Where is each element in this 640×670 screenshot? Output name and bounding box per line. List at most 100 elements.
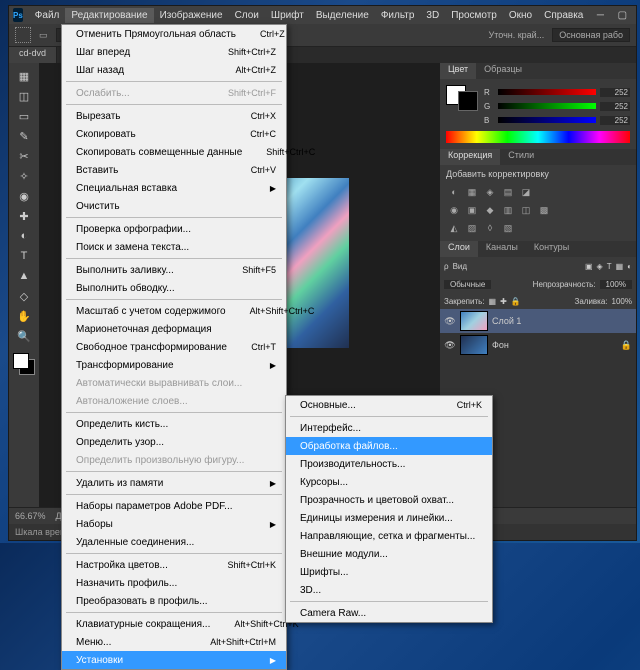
menu-item[interactable]: Специальная вставка▶: [62, 179, 286, 197]
menu-item[interactable]: Клавиатурные сокращения...Alt+Shift+Ctrl…: [62, 615, 286, 633]
minimize-button[interactable]: ─: [589, 8, 611, 22]
zoom-value[interactable]: 66.67%: [15, 511, 46, 521]
menu-справка[interactable]: Справка: [538, 8, 589, 23]
menu-item[interactable]: Шаг назадAlt+Ctrl+Z: [62, 61, 286, 79]
lock-pixels-icon[interactable]: ▦: [489, 297, 497, 306]
menu-item[interactable]: Установки▶: [62, 651, 286, 669]
layer-name[interactable]: Фон: [492, 340, 509, 350]
tool-button[interactable]: ✎: [14, 127, 34, 145]
close-button[interactable]: ✕: [633, 8, 640, 22]
blend-select[interactable]: Обычные: [444, 280, 491, 289]
menu-item[interactable]: Обработка файлов...: [286, 437, 492, 455]
menu-item[interactable]: Шаг впередShift+Ctrl+Z: [62, 43, 286, 61]
menu-item[interactable]: Выполнить обводку...: [62, 279, 286, 297]
menu-item[interactable]: Очистить: [62, 197, 286, 215]
menu-слои[interactable]: Слои: [229, 8, 265, 23]
menu-item[interactable]: Camera Raw...: [286, 604, 492, 622]
tool-button[interactable]: ◐: [14, 227, 34, 245]
menu-выделение[interactable]: Выделение: [310, 8, 375, 23]
menu-item[interactable]: Меню...Alt+Shift+Ctrl+M: [62, 633, 286, 651]
menu-item[interactable]: Трансформирование▶: [62, 356, 286, 374]
layer-row[interactable]: 👁 Фон 🔒: [440, 333, 636, 357]
menu-item[interactable]: Основные...Ctrl+K: [286, 396, 492, 414]
tool-button[interactable]: 🔍: [14, 327, 34, 345]
tab-layers[interactable]: Слои: [440, 241, 478, 257]
tab-color[interactable]: Цвет: [440, 63, 476, 79]
menu-просмотр[interactable]: Просмотр: [445, 8, 503, 23]
tab-adjustments[interactable]: Коррекция: [440, 149, 500, 165]
menu-item[interactable]: Направляющие, сетка и фрагменты...: [286, 527, 492, 545]
menu-item[interactable]: Курсоры...: [286, 473, 492, 491]
menu-item[interactable]: Скопировать совмещенные данныеShift+Ctrl…: [62, 143, 286, 161]
menu-item[interactable]: Преобразовать в профиль...: [62, 592, 286, 610]
tab-styles[interactable]: Стили: [500, 149, 542, 165]
menu-item[interactable]: Определить кисть...: [62, 415, 286, 433]
tool-button[interactable]: ✋: [14, 307, 34, 325]
tool-button[interactable]: ✂: [14, 147, 34, 165]
document-tab[interactable]: cd-dvd: [9, 47, 57, 63]
g-slider[interactable]: [498, 103, 596, 109]
menu-item[interactable]: Марионеточная деформация: [62, 320, 286, 338]
b-slider[interactable]: [498, 117, 596, 123]
tool-button[interactable]: ◫: [14, 87, 34, 105]
menu-item[interactable]: Внешние модули...: [286, 545, 492, 563]
menu-item[interactable]: Наборы параметров Adobe PDF...: [62, 497, 286, 515]
menu-item[interactable]: Производительность...: [286, 455, 492, 473]
menu-item[interactable]: Настройка цветов...Shift+Ctrl+K: [62, 556, 286, 574]
menu-item[interactable]: Прозрачность и цветовой охват...: [286, 491, 492, 509]
menu-item[interactable]: Удаленные соединения...: [62, 533, 286, 551]
menu-шрифт[interactable]: Шрифт: [265, 8, 310, 23]
menu-item[interactable]: Масштаб с учетом содержимогоAlt+Shift+Ct…: [62, 302, 286, 320]
menu-item[interactable]: Удалить из памяти▶: [62, 474, 286, 492]
fill-value[interactable]: 100%: [612, 297, 632, 306]
r-slider[interactable]: [498, 89, 596, 95]
menu-item[interactable]: Определить узор...: [62, 433, 286, 451]
tool-button[interactable]: T: [14, 247, 34, 265]
menu-фильтр[interactable]: Фильтр: [375, 8, 421, 23]
r-value[interactable]: 252: [600, 88, 630, 97]
maximize-button[interactable]: ▢: [611, 8, 633, 22]
menu-item[interactable]: Проверка орфографии...: [62, 220, 286, 238]
menu-item[interactable]: Отменить Прямоугольная областьCtrl+Z: [62, 25, 286, 43]
menu-item[interactable]: Поиск и замена текста...: [62, 238, 286, 256]
tool-button[interactable]: ▲: [14, 267, 34, 285]
menu-item[interactable]: Наборы▶: [62, 515, 286, 533]
menu-item[interactable]: Единицы измерения и линейки...: [286, 509, 492, 527]
hue-strip[interactable]: [446, 131, 630, 143]
menu-изображение[interactable]: Изображение: [154, 8, 229, 23]
lock-position-icon[interactable]: ✚: [500, 297, 507, 306]
opacity-value[interactable]: 100%: [600, 280, 632, 289]
menu-item[interactable]: ВставитьCtrl+V: [62, 161, 286, 179]
tool-button[interactable]: ✚: [14, 207, 34, 225]
menu-файл[interactable]: Файл: [29, 8, 66, 23]
tab-swatches[interactable]: Образцы: [476, 63, 530, 79]
layer-name[interactable]: Слой 1: [492, 316, 521, 326]
tool-button[interactable]: ◇: [14, 287, 34, 305]
g-value[interactable]: 252: [600, 102, 630, 111]
menu-3d[interactable]: 3D: [420, 8, 445, 23]
menu-редактирование[interactable]: Редактирование: [65, 8, 153, 23]
menu-item[interactable]: 3D...: [286, 581, 492, 599]
menu-item[interactable]: Свободное трансформированиеCtrl+T: [62, 338, 286, 356]
visibility-icon[interactable]: 👁: [444, 340, 456, 351]
tool-button[interactable]: ▭: [14, 107, 34, 125]
menu-item[interactable]: СкопироватьCtrl+C: [62, 125, 286, 143]
b-value[interactable]: 252: [600, 116, 630, 125]
lock-all-icon[interactable]: 🔒: [511, 297, 521, 306]
refine-edge-button[interactable]: Уточн. край...: [489, 30, 545, 40]
menu-item[interactable]: ВырезатьCtrl+X: [62, 107, 286, 125]
fg-bg-colors[interactable]: [13, 353, 35, 375]
menu-item[interactable]: Назначить профиль...: [62, 574, 286, 592]
workspace-select[interactable]: Основная рабо: [552, 28, 630, 42]
menu-окно[interactable]: Окно: [503, 8, 538, 23]
kind-filter-icon[interactable]: ρ: [444, 262, 449, 271]
tool-button[interactable]: ▦: [14, 67, 34, 85]
feather-icon[interactable]: ▭: [39, 30, 48, 41]
tab-paths[interactable]: Контуры: [526, 241, 577, 257]
menu-item[interactable]: Интерфейс...: [286, 419, 492, 437]
tool-button[interactable]: ◉: [14, 187, 34, 205]
tool-button[interactable]: ✧: [14, 167, 34, 185]
tab-channels[interactable]: Каналы: [478, 241, 526, 257]
menu-item[interactable]: Шрифты...: [286, 563, 492, 581]
fg-bg-swatch[interactable]: [446, 85, 478, 123]
